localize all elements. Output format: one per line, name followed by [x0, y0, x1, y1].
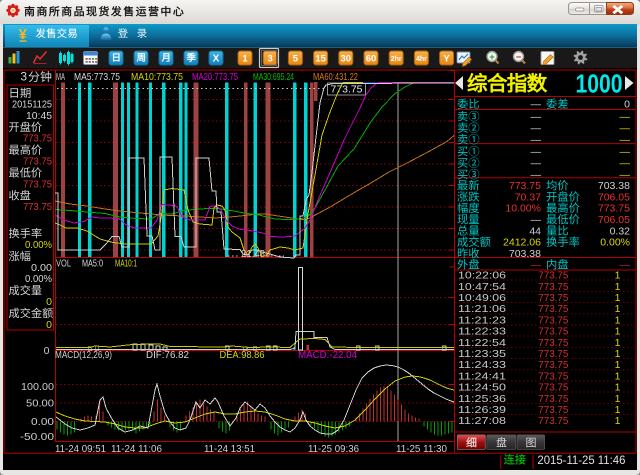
- svg-text:10:45: 10:45: [26, 110, 52, 122]
- svg-text:11:22:54: 11:22:54: [458, 337, 506, 349]
- svg-text:—: —: [620, 123, 631, 135]
- svg-text:773.75: 773.75: [538, 415, 568, 427]
- svg-text:0.00%: 0.00%: [25, 273, 52, 285]
- svg-text:MA10:773.75: MA10:773.75: [131, 71, 183, 83]
- svg-text:30: 30: [341, 53, 352, 64]
- svg-text:2015-11-25 11:46: 2015-11-25 11:46: [537, 453, 625, 467]
- svg-text:11:27:08: 11:27:08: [458, 415, 506, 427]
- svg-text:706.05: 706.05: [598, 191, 630, 203]
- svg-text:MA10:1: MA10:1: [115, 258, 137, 270]
- svg-text:DEA:98.86: DEA:98.86: [220, 349, 265, 361]
- svg-text:773.75: 773.75: [598, 203, 630, 215]
- svg-text:10.00%: 10.00%: [505, 203, 541, 215]
- svg-text:—: —: [531, 146, 542, 158]
- svg-text:706.05: 706.05: [598, 214, 630, 226]
- svg-text:MA60:431.22: MA60:431.22: [313, 71, 358, 83]
- svg-text:773.75: 773.75: [23, 133, 52, 145]
- svg-text:DIF:76.82: DIF:76.82: [146, 349, 189, 361]
- svg-text:-50.00: -50.00: [20, 431, 54, 443]
- svg-text:—: —: [620, 134, 631, 146]
- svg-text:10:47:54: 10:47:54: [458, 281, 506, 293]
- svg-text:11:22:33: 11:22:33: [458, 326, 506, 338]
- svg-text:+: +: [489, 52, 495, 63]
- svg-text:−: −: [516, 52, 522, 63]
- svg-text:60: 60: [366, 53, 377, 64]
- svg-text:0: 0: [46, 296, 52, 308]
- svg-text:0.00%: 0.00%: [25, 239, 52, 251]
- svg-text:2412.06: 2412.06: [503, 237, 541, 249]
- svg-text:11:21:23: 11:21:23: [458, 314, 506, 326]
- svg-text:11:24:41: 11:24:41: [458, 370, 506, 382]
- svg-text:773.75: 773.75: [23, 178, 52, 190]
- svg-text:0: 0: [46, 319, 52, 331]
- svg-text:773.75: 773.75: [23, 156, 52, 168]
- svg-text:MACD:-22.04: MACD:-22.04: [298, 349, 357, 361]
- svg-text:—: —: [620, 111, 631, 123]
- svg-text:0.32: 0.32: [610, 225, 631, 237]
- svg-text:11:24:50: 11:24:50: [458, 382, 506, 394]
- svg-text:100.00: 100.00: [21, 381, 54, 393]
- svg-text:MA: MA: [56, 71, 65, 83]
- svg-text:5: 5: [293, 53, 299, 64]
- svg-text:1: 1: [615, 415, 621, 427]
- svg-text:Y: Y: [443, 53, 450, 64]
- svg-text:50.00: 50.00: [26, 398, 54, 410]
- svg-text:—: —: [531, 111, 542, 123]
- svg-text:15: 15: [315, 53, 326, 64]
- svg-text:0.00: 0.00: [31, 262, 52, 274]
- svg-text:0.00: 0.00: [31, 416, 54, 428]
- svg-text:1000: 1000: [576, 69, 623, 99]
- svg-text:773.75: 773.75: [509, 180, 541, 192]
- svg-text:—: —: [531, 214, 542, 226]
- svg-text:—: —: [620, 158, 631, 170]
- svg-text:X: X: [213, 54, 220, 65]
- svg-text:4hr: 4hr: [416, 56, 427, 63]
- svg-text:773.75: 773.75: [23, 201, 52, 213]
- svg-text:—: —: [620, 146, 631, 158]
- svg-text:3: 3: [20, 70, 27, 84]
- svg-text:—: —: [531, 99, 542, 111]
- svg-text:—: —: [531, 134, 542, 146]
- svg-text:11:21:06: 11:21:06: [458, 303, 506, 315]
- svg-text:0: 0: [624, 99, 630, 111]
- svg-text:1: 1: [242, 53, 248, 64]
- svg-text:0: 0: [44, 345, 50, 357]
- svg-text:773.75: 773.75: [331, 84, 363, 96]
- svg-text:11:26:39: 11:26:39: [458, 404, 506, 416]
- svg-text:10:22:06: 10:22:06: [458, 270, 506, 282]
- svg-text:MA5:773.75: MA5:773.75: [74, 71, 120, 83]
- svg-text:70.37: 70.37: [515, 191, 541, 203]
- svg-text:MA5:0: MA5:0: [82, 258, 103, 270]
- svg-text:—: —: [531, 158, 542, 170]
- svg-text:11:23:35: 11:23:35: [458, 348, 506, 360]
- svg-text:—: —: [531, 123, 542, 135]
- svg-text:11:24:33: 11:24:33: [458, 359, 506, 371]
- svg-text:20151125: 20151125: [12, 99, 52, 111]
- svg-text:10:49:06: 10:49:06: [458, 292, 506, 304]
- svg-text:MA20:773.75: MA20:773.75: [192, 71, 238, 83]
- svg-text:703.38: 703.38: [598, 180, 630, 192]
- svg-text:—: —: [620, 259, 631, 271]
- svg-text:2hr: 2hr: [391, 56, 402, 63]
- svg-text:703.38: 703.38: [509, 248, 541, 260]
- svg-text:VOL: VOL: [56, 258, 71, 270]
- svg-text:11:25:36: 11:25:36: [458, 393, 506, 405]
- svg-text:MA30:695.24: MA30:695.24: [253, 71, 294, 83]
- svg-text:MACD(12,26,9): MACD(12,26,9): [55, 349, 112, 361]
- svg-text:3: 3: [268, 53, 273, 64]
- svg-text:44: 44: [529, 225, 541, 237]
- svg-text:0.00%: 0.00%: [600, 237, 630, 249]
